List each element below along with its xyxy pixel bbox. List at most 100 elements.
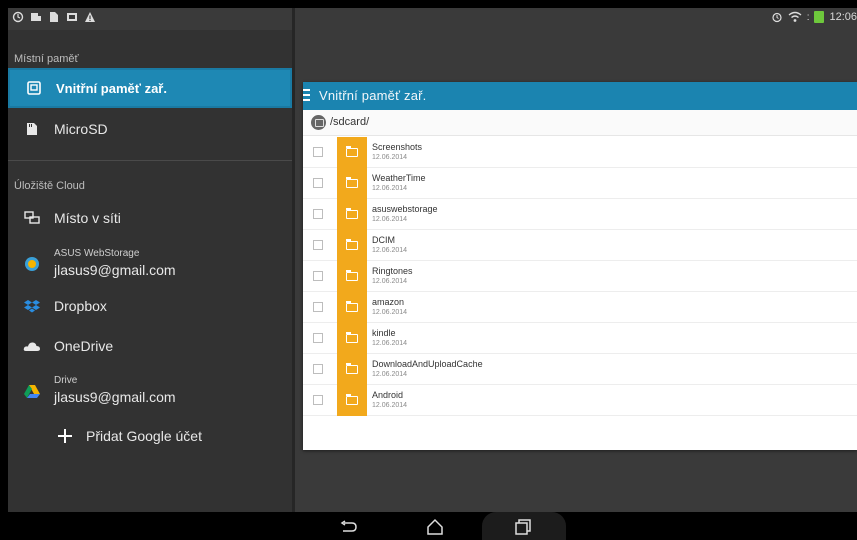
file-date: 12.06.2014 <box>372 340 408 347</box>
folder-icon <box>346 363 358 374</box>
wifi-icon <box>788 11 802 22</box>
sidebar-item-title: Drive <box>54 375 78 386</box>
cloud-storage-header: Úložiště Cloud <box>14 180 85 192</box>
file-row[interactable]: DCIM 12.06.2014 <box>303 230 857 261</box>
panel-header: Vnitřní paměť zař. <box>303 82 857 110</box>
sidebar-item-label: OneDrive <box>54 338 114 354</box>
folder-icon <box>346 332 358 343</box>
navigation-bar <box>0 512 857 540</box>
device-screen: : 12:06 Místní paměť Vnitřní paměť zař. … <box>8 8 857 512</box>
file-date: 12.06.2014 <box>372 402 408 409</box>
sidebar-item-title: ASUS WebStorage <box>54 248 140 259</box>
folder-icon <box>346 177 358 188</box>
onedrive-icon <box>23 337 41 355</box>
file-name: kindle <box>372 328 396 338</box>
file-date: 12.06.2014 <box>372 185 408 192</box>
select-checkbox[interactable] <box>313 395 323 405</box>
folder-icon <box>346 301 358 312</box>
select-checkbox[interactable] <box>313 271 323 281</box>
sidebar-item-label: MicroSD <box>54 121 108 137</box>
folder-icon-cell <box>337 323 367 354</box>
folder-icon <box>346 146 358 157</box>
folder-icon <box>346 394 358 405</box>
file-name: Android <box>372 390 404 400</box>
sidebar-divider <box>8 160 292 161</box>
folder-icon-cell <box>337 385 367 416</box>
sidebar-item-network-place[interactable]: Místo v síti <box>8 198 292 238</box>
folder-icon-cell <box>337 199 367 230</box>
local-storage-header: Místní paměť <box>14 53 79 65</box>
file-name: DownloadAndUploadCache <box>372 359 483 369</box>
panel-title: Vnitřní paměť zař. <box>319 88 427 103</box>
file-row[interactable]: Ringtones 12.06.2014 <box>303 261 857 292</box>
home-button[interactable] <box>420 516 450 538</box>
file-row[interactable]: Android 12.06.2014 <box>303 385 857 416</box>
folder-icon-cell <box>337 261 367 292</box>
status-time: 12:06 <box>829 11 857 23</box>
select-checkbox[interactable] <box>313 240 323 250</box>
path-bar: /sdcard/ <box>303 110 857 136</box>
file-name: DCIM <box>372 235 395 245</box>
folder-icon-cell <box>337 137 367 168</box>
signal-dots-icon: : <box>806 11 810 23</box>
select-checkbox[interactable] <box>313 147 323 157</box>
sidebar-item-onedrive[interactable]: OneDrive <box>8 326 292 366</box>
select-checkbox[interactable] <box>313 209 323 219</box>
sidebar-item-label: Dropbox <box>54 298 107 314</box>
select-checkbox[interactable] <box>313 333 323 343</box>
file-date: 12.06.2014 <box>372 154 408 161</box>
storage-sidebar: Místní paměť Vnitřní paměť zař. MicroSD … <box>8 30 292 512</box>
sidebar-item-dropbox[interactable]: Dropbox <box>8 286 292 326</box>
select-checkbox[interactable] <box>313 178 323 188</box>
select-checkbox[interactable] <box>313 364 323 374</box>
add-google-account-button[interactable]: Přidat Google účet <box>8 416 292 456</box>
folder-icon <box>346 208 358 219</box>
file-date: 12.06.2014 <box>372 309 408 316</box>
folder-icon-cell <box>337 292 367 323</box>
sidebar-item-microsd[interactable]: MicroSD <box>8 109 292 149</box>
file-date: 12.06.2014 <box>372 371 408 378</box>
current-path[interactable]: /sdcard/ <box>330 116 369 128</box>
file-name: Screenshots <box>372 142 423 152</box>
alarm-icon <box>772 12 782 23</box>
folder-icon-cell <box>337 230 367 261</box>
file-row[interactable]: amazon 12.06.2014 <box>303 292 857 323</box>
internal-storage-icon <box>25 79 43 97</box>
menu-icon[interactable] <box>303 89 313 103</box>
back-icon <box>340 520 357 532</box>
sidebar-item-internal-storage[interactable]: Vnitřní paměť zař. <box>8 68 292 108</box>
back-button[interactable] <box>334 516 364 538</box>
file-row[interactable]: kindle 12.06.2014 <box>303 323 857 354</box>
file-name: amazon <box>372 297 405 307</box>
select-checkbox[interactable] <box>313 302 323 312</box>
file-date: 12.06.2014 <box>372 247 408 254</box>
file-name: WeatherTime <box>372 173 426 183</box>
screenshot-icon <box>31 13 41 21</box>
file-row[interactable]: DownloadAndUploadCache 12.06.2014 <box>303 354 857 385</box>
warning-icon <box>85 12 95 22</box>
network-place-icon <box>23 209 41 227</box>
folder-icon <box>346 270 358 281</box>
sidebar-item-asus-webstorage[interactable]: ASUS WebStorage jlasus9@gmail.com <box>8 240 292 288</box>
status-bar: : 12:06 <box>8 8 857 30</box>
home-icon <box>427 518 443 535</box>
sd-card-icon <box>23 120 41 138</box>
system-icons: : 12:06 <box>771 11 857 23</box>
file-row[interactable]: Screenshots 12.06.2014 <box>303 137 857 168</box>
google-drive-icon <box>23 382 41 400</box>
file-name: Ringtones <box>372 266 413 276</box>
file-date: 12.06.2014 <box>372 278 408 285</box>
file-row[interactable]: WeatherTime 12.06.2014 <box>303 168 857 199</box>
sidebar-item-google-drive[interactable]: Drive jlasus9@gmail.com <box>8 367 292 415</box>
recent-apps-button[interactable] <box>508 516 538 538</box>
storage-path-icon <box>311 115 326 130</box>
file-date: 12.06.2014 <box>372 216 408 223</box>
folder-icon-cell <box>337 354 367 385</box>
dropbox-icon <box>23 297 41 315</box>
file-icon <box>50 12 58 22</box>
file-row[interactable]: asuswebstorage 12.06.2014 <box>303 199 857 230</box>
notification-icons <box>12 11 96 23</box>
plus-icon <box>56 427 74 445</box>
folder-icon-cell <box>337 168 367 199</box>
folder-icon <box>346 239 358 250</box>
